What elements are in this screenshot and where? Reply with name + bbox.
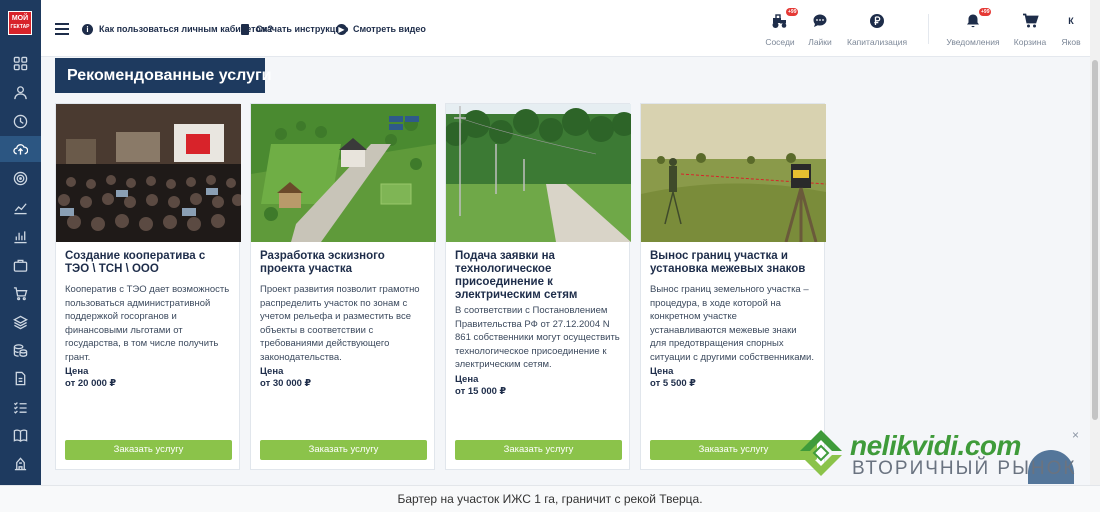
- likes-button[interactable]: Лайки: [790, 10, 850, 47]
- service-card-image: [251, 104, 436, 242]
- service-card-title: Подача заявки на технологическое присоед…: [455, 250, 578, 301]
- service-card-cooperative: Создание кооператива с ТЭО \ ТСН \ ООО К…: [55, 103, 241, 470]
- order-service-button[interactable]: Заказать услугу: [260, 440, 427, 460]
- service-card-image: [641, 104, 826, 242]
- sidebar: МОЙ ГЕКТАР: [0, 0, 41, 485]
- file-icon: [241, 23, 249, 35]
- service-card-price: от 20 000 ₽: [65, 378, 117, 389]
- service-card-grid-connection: Подача заявки на технологическое присоед…: [445, 103, 631, 470]
- sidebar-item-finance[interactable]: [0, 337, 41, 363]
- clock-icon: [13, 114, 28, 128]
- service-card-title: Вынос границ участка и установка межевых…: [650, 250, 806, 275]
- logo-line-1: МОЙ: [11, 15, 29, 22]
- top-header: i Как пользоваться личным кабинетом? Ска…: [41, 0, 1090, 57]
- notifications-label: Уведомления: [946, 37, 1000, 47]
- sidebar-item-profile[interactable]: [0, 79, 41, 105]
- sidebar-item-documents[interactable]: [0, 365, 41, 391]
- service-card-boundary-survey: Вынос границ участка и установка межевых…: [640, 103, 826, 470]
- service-card-title: Разработка эскизного проекта участка: [260, 250, 385, 275]
- service-card-price: от 15 000 ₽: [455, 385, 507, 397]
- power-line-image: [446, 104, 631, 242]
- service-card-price-label: Цена: [650, 366, 674, 377]
- logo[interactable]: МОЙ ГЕКТАР: [8, 11, 32, 35]
- service-card-price: от 30 000 ₽: [260, 378, 312, 389]
- tractor-icon: [772, 14, 787, 28]
- sidebar-item-growth[interactable]: [0, 194, 41, 220]
- watermark-overlay: nelikvidi.com ВТОРИЧНЫЙ РЫНОК ×: [796, 428, 1086, 484]
- video-link-label: Смотреть видео: [353, 24, 426, 34]
- cart-icon: [13, 286, 28, 300]
- service-card-price-label: Цена: [65, 366, 89, 377]
- sidebar-item-services[interactable]: [0, 136, 41, 162]
- conference-hall-image: [56, 104, 241, 242]
- watch-video-link[interactable]: ▶ Смотреть видео: [336, 22, 426, 36]
- sidebar-item-shop[interactable]: [0, 280, 41, 306]
- bar-chart-icon: [14, 230, 27, 243]
- cloud-upload-icon: [13, 143, 28, 155]
- book-icon: [13, 429, 28, 442]
- service-card-price-label: Цена: [260, 366, 284, 377]
- hamburger-icon: [55, 23, 69, 25]
- download-link-label: Скачать инструкцию: [256, 24, 349, 34]
- service-card-description: Кооператив с ТЭО дает возможность пользо…: [65, 284, 230, 363]
- scrollbar-thumb[interactable]: [1092, 60, 1098, 420]
- service-card-price: от 5 500 ₽: [650, 378, 696, 389]
- cart-icon: [1022, 13, 1039, 28]
- site-plan-image: [251, 104, 436, 242]
- trend-icon: [14, 202, 27, 214]
- sidebar-item-tasks[interactable]: [0, 394, 41, 420]
- service-card-description: В соответствии с Постановлением Правител…: [455, 305, 620, 370]
- capitalization-label: Капитализация: [847, 37, 908, 47]
- service-card-image: [446, 104, 631, 242]
- sidebar-item-objects[interactable]: [0, 450, 41, 476]
- info-icon: i: [82, 23, 93, 35]
- logo-line-2: ГЕКТАР: [10, 24, 30, 30]
- checklist-icon: [13, 401, 27, 414]
- download-instruction-link[interactable]: Скачать инструкцию: [241, 22, 348, 36]
- notifications-button[interactable]: +99 Уведомления: [943, 8, 1003, 47]
- bell-icon: [967, 14, 979, 28]
- page-scrollbar[interactable]: [1090, 0, 1100, 485]
- sidebar-item-layers[interactable]: [0, 309, 41, 335]
- layers-icon: [13, 315, 28, 329]
- capitalization-button[interactable]: Капитализация: [847, 10, 907, 47]
- chat-icon: [813, 14, 827, 27]
- document-icon: [15, 371, 26, 385]
- nelikvidi-logo-icon: [800, 430, 842, 476]
- header-divider: [928, 14, 929, 44]
- play-icon: ▶: [336, 23, 347, 35]
- service-card-price-label: Цена: [455, 373, 479, 385]
- bottom-ticker[interactable]: Бартер на участок ИЖС 1 га, граничит с р…: [0, 485, 1100, 512]
- order-service-button[interactable]: Заказать услугу: [650, 440, 817, 460]
- sidebar-item-history[interactable]: [0, 108, 41, 134]
- sidebar-item-analytics[interactable]: [0, 223, 41, 249]
- close-icon[interactable]: ×: [1072, 428, 1079, 442]
- section-title: Рекомендованные услуги: [55, 58, 271, 93]
- sidebar-item-library[interactable]: [0, 422, 41, 448]
- briefcase-icon: [13, 259, 28, 272]
- sidebar-item-dashboard[interactable]: [0, 50, 41, 76]
- service-card-sketch-project: Разработка эскизного проекта участка Про…: [250, 103, 436, 470]
- app-root: МОЙ ГЕКТАР i Как пользоваться личным каб…: [0, 0, 1100, 512]
- order-service-button[interactable]: Заказать услугу: [455, 440, 622, 460]
- order-service-button[interactable]: Заказать услугу: [65, 440, 232, 460]
- notifications-badge: +99: [979, 8, 992, 16]
- avatar: К: [1062, 12, 1080, 30]
- sidebar-item-goals[interactable]: [0, 165, 41, 191]
- service-card-title: Создание кооператива с ТЭО \ ТСН \ ООО: [65, 250, 206, 275]
- sidebar-item-portfolio[interactable]: [0, 252, 41, 278]
- grid-icon: [13, 56, 28, 70]
- likes-label: Лайки: [808, 37, 832, 47]
- coins-icon: [13, 343, 28, 357]
- target-icon: [13, 171, 28, 185]
- user-icon: [14, 85, 27, 99]
- service-card-description: Вынос границ земельного участка – процед…: [650, 284, 814, 363]
- service-card-description: Проект развития позволит грамотно распре…: [260, 284, 420, 363]
- building-icon: [14, 456, 27, 470]
- menu-toggle-button[interactable]: [55, 23, 69, 35]
- surveyor-field-image: [641, 104, 826, 242]
- service-card-image: [56, 104, 241, 242]
- watermark-subtitle: ВТОРИЧНЫЙ РЫНОК: [852, 458, 1077, 479]
- ruble-icon: [870, 14, 884, 28]
